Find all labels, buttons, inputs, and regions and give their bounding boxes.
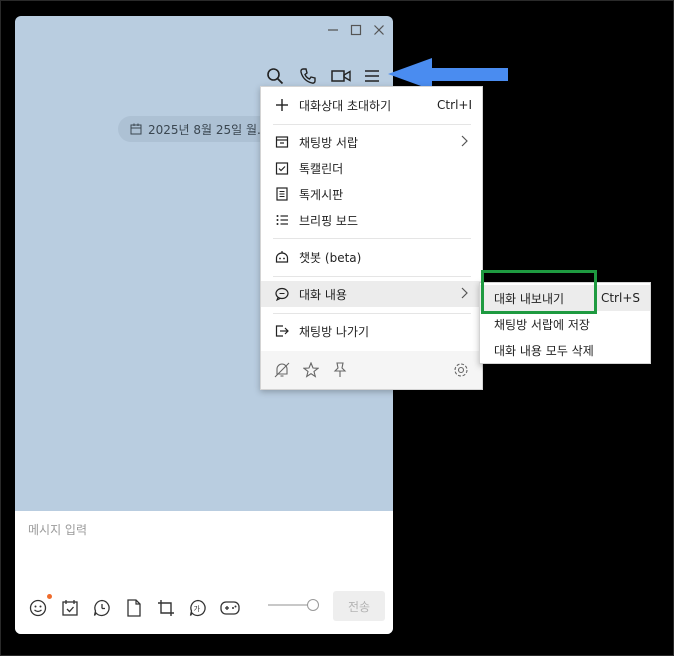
menu-divider (273, 313, 471, 314)
menu-item-label: 대화 내용 (299, 287, 347, 302)
bot-icon (274, 249, 290, 265)
crop-icon[interactable] (155, 597, 177, 619)
menu-item-label: 브리핑 보드 (299, 213, 359, 228)
submenu-item-delete-all[interactable]: 대화 내용 모두 삭제 (480, 337, 650, 363)
emoji-icon[interactable] (27, 597, 49, 619)
date-label: 2025년 8월 25일 월.. (148, 122, 265, 137)
plus-icon (274, 97, 290, 113)
clock-icon[interactable] (91, 597, 113, 619)
submenu-item-label: 채팅방 서랍에 저장 (494, 317, 590, 332)
menu-item-chat-content[interactable]: 대화 내용 (261, 281, 482, 307)
menu-item-label: 톡캘린더 (299, 161, 344, 176)
menu-divider (273, 124, 471, 125)
message-input-placeholder: 메시지 입력 (28, 523, 88, 537)
calendar-small-icon (130, 123, 142, 135)
shortcut-label: Ctrl+I (437, 98, 472, 112)
board-icon (274, 186, 290, 202)
message-input-area[interactable]: 메시지 입력 가 전송 (15, 511, 393, 634)
translate-icon[interactable]: 가 (187, 597, 209, 619)
menu-item-drawer[interactable]: 채팅방 서랍 (261, 129, 482, 155)
menu-item-calendar[interactable]: 톡캘린더 (261, 155, 482, 181)
menu-icon[interactable] (360, 64, 384, 88)
settings-icon[interactable] (453, 362, 469, 378)
menu-item-label: 채팅방 나가기 (299, 324, 370, 339)
list-icon (274, 212, 290, 228)
menu-item-board[interactable]: 톡게시판 (261, 181, 482, 207)
exit-icon (274, 323, 290, 339)
menu-item-leave[interactable]: 채팅방 나가기 (261, 318, 482, 344)
drawer-icon (274, 134, 290, 150)
chat-bubble-icon (274, 286, 290, 302)
pin-icon[interactable] (332, 362, 348, 378)
close-button[interactable] (371, 22, 387, 38)
phone-icon[interactable] (296, 64, 320, 88)
star-icon[interactable] (303, 362, 319, 378)
video-call-icon[interactable] (329, 64, 353, 88)
shortcut-label: Ctrl+S (600, 291, 640, 305)
calendar-icon[interactable] (59, 597, 81, 619)
svg-text:가: 가 (194, 604, 201, 613)
maximize-button[interactable] (348, 22, 364, 38)
submenu-item-label: 대화 내용 모두 삭제 (494, 343, 594, 358)
search-icon[interactable] (263, 64, 287, 88)
menu-item-label: 챗봇 (beta) (299, 250, 362, 265)
chevron-right-icon (460, 287, 468, 302)
menu-item-label: 채팅방 서랍 (299, 135, 359, 150)
notification-dot (47, 594, 52, 599)
chat-room-menu: 대화상대 초대하기 Ctrl+I 채팅방 서랍 톡캘린더 톡게시판 브리핑 보드 (260, 86, 483, 390)
annotation-highlight-box (481, 270, 597, 314)
file-icon[interactable] (123, 597, 145, 619)
submenu-item-save-to-drawer[interactable]: 채팅방 서랍에 저장 (480, 311, 650, 337)
menu-item-label: 톡게시판 (299, 187, 344, 202)
chevron-right-icon (460, 135, 468, 150)
minimize-button[interactable] (325, 22, 341, 38)
menu-item-briefing[interactable]: 브리핑 보드 (261, 207, 482, 233)
game-icon[interactable] (219, 597, 241, 619)
menu-item-chatbot[interactable]: 챗봇 (beta) (261, 244, 482, 270)
send-button[interactable]: 전송 (333, 591, 385, 621)
calendar-check-icon (274, 160, 290, 176)
menu-divider (273, 276, 471, 277)
menu-item-invite[interactable]: 대화상대 초대하기 Ctrl+I (261, 92, 482, 118)
menu-item-label: 대화상대 초대하기 (299, 98, 392, 113)
menu-bottom-bar (261, 351, 482, 389)
menu-divider (273, 238, 471, 239)
mute-bell-icon[interactable] (274, 362, 290, 378)
opacity-slider-knob[interactable] (307, 599, 319, 611)
